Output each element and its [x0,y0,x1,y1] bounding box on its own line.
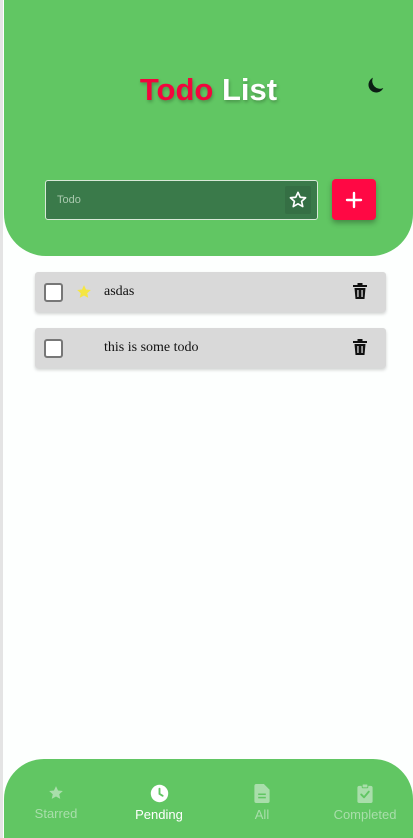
title-part-todo: Todo [139,72,214,107]
nav-label-pending: Pending [135,807,183,822]
trash-icon [353,283,367,299]
nav-item-all[interactable]: All [212,784,312,824]
moon-icon [368,77,384,93]
left-edge-divider [0,0,3,838]
todo-item: asdas [35,272,386,312]
theme-toggle-button[interactable] [363,73,389,99]
todo-text: this is some todo [104,340,199,355]
nav-label-starred: Starred [34,806,78,821]
header: Todo List [4,0,413,256]
trash-icon [353,339,367,355]
nav-label-all: All [254,807,270,822]
todo-input-wrapper [45,180,318,220]
delete-todo-button[interactable] [351,339,369,357]
title-part-list: List [221,72,278,107]
star-outline-icon [289,191,307,208]
delete-todo-button[interactable] [351,283,369,301]
nav-item-starred[interactable]: Starred [6,784,106,823]
nav-label-completed: Completed [333,807,397,822]
clipboard-check-icon [357,784,373,803]
bottom-nav: Starred Pending All Completed [4,759,413,838]
star-toggle-button[interactable] [285,186,311,214]
plus-icon [345,191,363,208]
document-icon [254,784,270,803]
clock-icon [150,784,168,803]
add-todo-button[interactable] [332,179,376,220]
todo-item: this is some todo [35,328,386,368]
star-filled-icon[interactable] [75,283,93,301]
nav-item-pending[interactable]: Pending [109,784,209,824]
star-icon [49,786,63,799]
todo-checkbox[interactable] [44,339,63,358]
page-title: Todo List [4,72,413,108]
todo-checkbox[interactable] [44,283,63,302]
todo-input[interactable] [46,181,286,219]
todo-text: asdas [104,284,135,299]
nav-item-completed[interactable]: Completed [315,784,413,824]
app-screen: Todo List asdas [0,0,413,838]
